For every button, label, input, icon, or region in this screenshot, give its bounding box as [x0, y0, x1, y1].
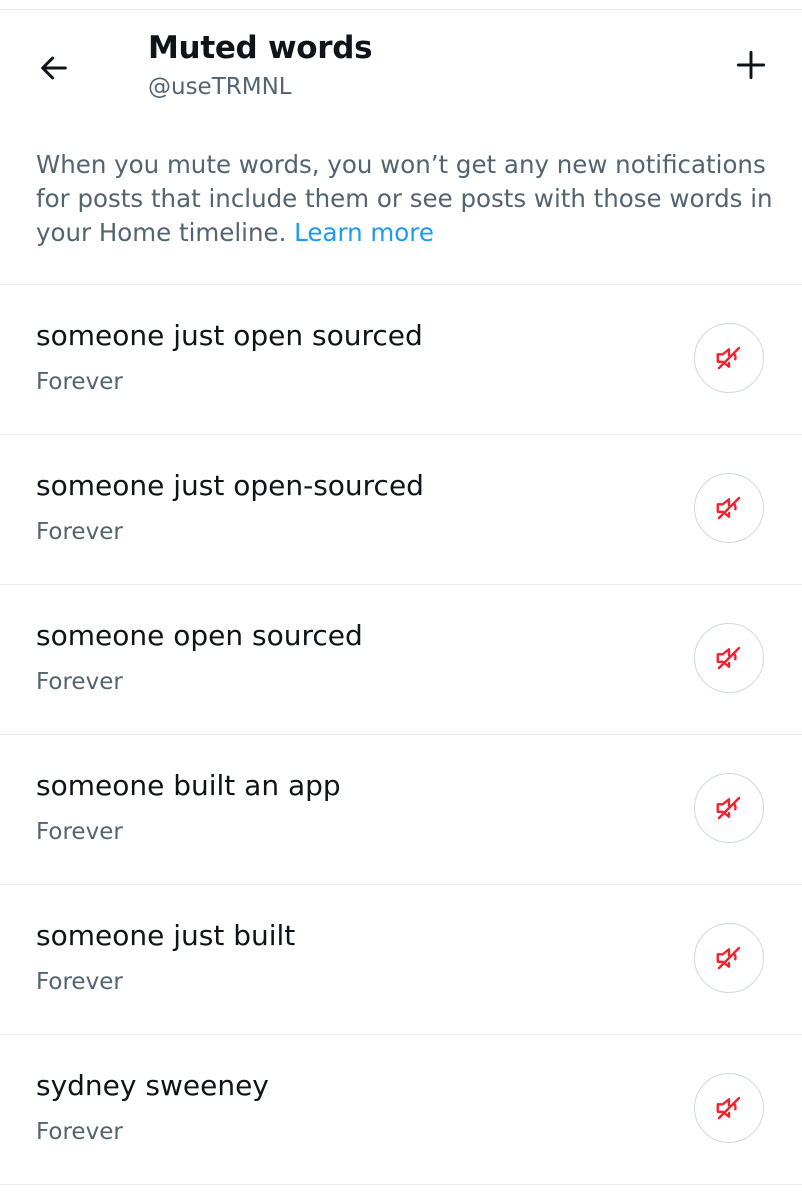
arrow-left-icon — [41, 56, 67, 80]
muted-word-text: someone just open sourced — [36, 319, 423, 352]
unmute-button[interactable] — [694, 473, 764, 543]
speaker-muted-icon — [716, 646, 741, 670]
page-header: Muted words @useTRMNL — [0, 10, 802, 122]
muted-word-text: someone built an app — [36, 769, 341, 802]
muted-word-text: someone open sourced — [36, 619, 363, 652]
unmute-button[interactable] — [694, 1073, 764, 1143]
mute-duration: Forever — [36, 519, 123, 545]
speaker-muted-icon — [716, 346, 741, 370]
learn-more-link[interactable]: Learn more — [294, 218, 434, 247]
speaker-muted-icon — [716, 946, 741, 970]
speaker-muted-icon — [716, 496, 741, 520]
muted-words-description: When you mute words, you won’t get any n… — [36, 148, 780, 250]
speaker-muted-icon — [716, 1096, 741, 1120]
add-muted-word-button[interactable] — [726, 40, 776, 90]
mute-duration: Forever — [36, 819, 123, 845]
unmute-button[interactable] — [694, 623, 764, 693]
muted-word-text: someone just built — [36, 919, 296, 952]
muted-word-item[interactable]: someone just built Forever — [0, 885, 802, 1034]
plus-icon — [736, 50, 766, 80]
muted-words-list: someone just open sourced Forever someon… — [0, 284, 802, 1185]
mute-duration: Forever — [36, 969, 123, 995]
muted-word-item[interactable]: someone just open-sourced Forever — [0, 435, 802, 584]
back-button[interactable] — [28, 42, 80, 94]
muted-word-item[interactable]: someone just open sourced Forever — [0, 285, 802, 434]
mute-duration: Forever — [36, 369, 123, 395]
muted-word-text: sydney sweeney — [36, 1069, 269, 1102]
unmute-button[interactable] — [694, 773, 764, 843]
mute-duration: Forever — [36, 1119, 123, 1145]
list-divider — [0, 1184, 802, 1185]
speaker-muted-icon — [716, 796, 741, 820]
account-handle: @useTRMNL — [148, 74, 292, 100]
muted-word-item[interactable]: someone built an app Forever — [0, 735, 802, 884]
mute-duration: Forever — [36, 669, 123, 695]
unmute-button[interactable] — [694, 923, 764, 993]
muted-word-text: someone just open-sourced — [36, 469, 424, 502]
muted-word-item[interactable]: sydney sweeney Forever — [0, 1035, 802, 1184]
unmute-button[interactable] — [694, 323, 764, 393]
muted-word-item[interactable]: someone open sourced Forever — [0, 585, 802, 734]
page-title: Muted words — [148, 30, 373, 66]
